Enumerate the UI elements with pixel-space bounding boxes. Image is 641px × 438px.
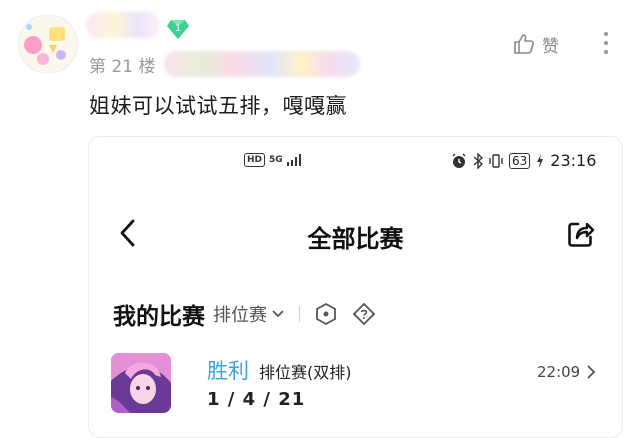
gem-icon: 1: [167, 20, 189, 39]
thumbs-up-icon: [514, 34, 534, 54]
post-meta-obscured: [164, 51, 360, 77]
avatar-image: [19, 15, 77, 73]
status-bar-right: 63 23:16: [451, 151, 596, 170]
hero-portrait-image: [111, 353, 171, 413]
chevron-right-icon: [587, 365, 596, 379]
match-kda: 1 / 4 / 21: [207, 389, 306, 410]
chevron-down-icon: [272, 310, 284, 318]
share-button[interactable]: [565, 219, 595, 249]
vibrate-icon: [489, 153, 503, 168]
share-icon: [568, 222, 595, 247]
more-vertical-icon: [604, 32, 608, 54]
username-obscured[interactable]: [86, 12, 160, 38]
section-header: 我的比赛 排位赛: [113, 297, 376, 331]
post-text: 姐妹可以试试五排，嘎嘎赢: [89, 94, 347, 118]
divider: [299, 306, 300, 322]
alarm-icon: [452, 152, 466, 168]
bluetooth-icon: [473, 152, 483, 169]
avatar[interactable]: [18, 14, 78, 74]
charging-icon: [537, 153, 544, 168]
mode-filter-label: 排位赛: [213, 305, 267, 326]
like-label: 赞: [542, 36, 559, 57]
like-button[interactable]: 赞: [512, 30, 559, 58]
hd-indicator: HD: [244, 153, 266, 167]
battery-level: 63: [509, 152, 531, 169]
level-badge: 1: [166, 17, 190, 41]
page-title: 全部比赛: [307, 225, 404, 253]
status-bar-left: HD 5G: [244, 153, 301, 167]
level-number: 1: [175, 23, 181, 34]
floor-label: 第 21 楼: [89, 57, 156, 77]
signal-icon: [286, 154, 301, 166]
status-time: 23:16: [550, 151, 597, 170]
attached-screenshot[interactable]: HD 5G 63 23:16 全部比赛 我的比赛 排位赛 胜利 排位赛(双排) …: [88, 136, 623, 438]
match-time: 22:09: [537, 363, 581, 381]
hero-avatar: [111, 353, 171, 413]
section-title: 我的比赛: [113, 304, 205, 330]
network-label: 5G: [269, 155, 283, 165]
more-options-button[interactable]: [596, 26, 616, 60]
match-result: 胜利: [207, 359, 249, 383]
hexagon-icon[interactable]: [314, 302, 338, 326]
mode-filter-dropdown[interactable]: 排位赛: [213, 301, 285, 327]
match-mode: 排位赛(双排): [259, 363, 352, 382]
help-diamond-icon[interactable]: [352, 302, 376, 326]
match-list-item[interactable]: 胜利 排位赛(双排) 1 / 4 / 21 22:09: [111, 353, 601, 417]
